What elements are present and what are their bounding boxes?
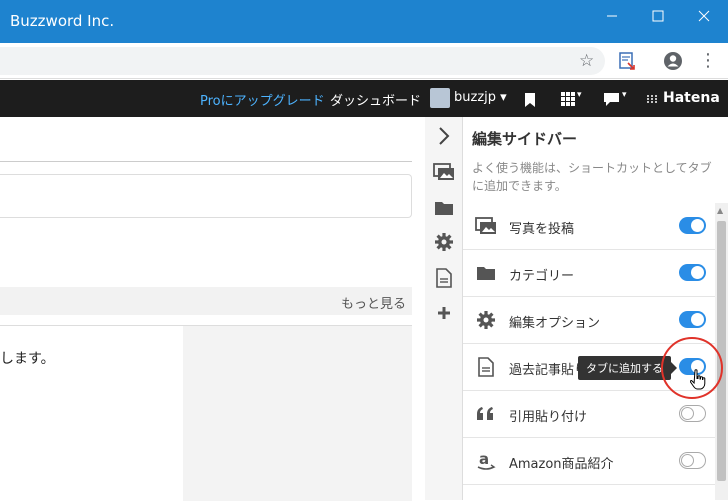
more-link[interactable]: もっと見る: [341, 293, 406, 312]
notification-icon[interactable]: [603, 92, 620, 107]
editor-content[interactable]: します。: [0, 325, 412, 501]
sidebar-item-list: 写真を投稿カテゴリー編集オプション 過去記事貼り 引用貼り付け a Amazon商品紹介: [463, 203, 715, 485]
username: buzzjp: [454, 90, 497, 105]
sidebar-item-label: カテゴリー: [509, 269, 575, 284]
window-titlebar: Buzzword Inc.: [0, 0, 728, 43]
photo-icon[interactable]: [433, 161, 455, 183]
apps-grid-icon[interactable]: [560, 91, 576, 107]
sidebar-item[interactable]: 編集オプション: [463, 297, 715, 344]
sidebar-icon-rail: [425, 117, 463, 500]
toggle-knob: [691, 266, 704, 279]
gear-icon[interactable]: [433, 231, 455, 253]
upgrade-link[interactable]: Proにアップグレード: [200, 90, 325, 109]
tab-toggle-switch[interactable]: [679, 452, 706, 469]
amazon-icon: a: [475, 450, 497, 472]
hatena-logo-icon: [647, 95, 659, 103]
extension-icon[interactable]: [617, 51, 637, 71]
chevron-right-icon[interactable]: [433, 125, 455, 147]
document-icon[interactable]: [433, 267, 455, 289]
browser-toolbar: ☆ ⋮: [0, 43, 728, 79]
sidebar-scrollbar[interactable]: ▲: [715, 203, 728, 500]
quote-icon: [475, 403, 497, 425]
chevron-down-icon[interactable]: ▾: [622, 90, 627, 100]
dashboard-link[interactable]: ダッシュボード: [330, 90, 421, 109]
hand-cursor-icon: [690, 369, 706, 390]
editor-body-text: します。: [0, 351, 55, 367]
tab-toggle-switch[interactable]: [679, 311, 706, 328]
editor-main: もっと見る します。: [0, 117, 425, 501]
toggle-knob: [681, 453, 694, 467]
document-icon: [475, 356, 497, 378]
more-bar: もっと見る: [0, 287, 412, 315]
gear-icon: [475, 309, 497, 331]
hatena-global-nav: Proにアップグレード ダッシュボード buzzjp ▾ ▾ ▾ Hatena: [0, 80, 728, 117]
sidebar-item-label: 引用貼り付け: [509, 410, 588, 425]
hatena-brand[interactable]: Hatena: [663, 90, 720, 106]
minimize-icon[interactable]: [589, 0, 635, 32]
sidebar-item-label: Amazon商品紹介: [509, 457, 614, 472]
add-to-tab-tooltip: タブに追加する: [578, 356, 677, 380]
editor-side-column: [183, 326, 412, 501]
editor-input-box[interactable]: [0, 174, 412, 218]
chevron-down-icon[interactable]: ▾: [577, 90, 582, 100]
toggle-knob: [691, 313, 704, 326]
toggle-knob: [681, 406, 694, 420]
plus-icon[interactable]: [433, 302, 455, 324]
photo-icon: [475, 215, 497, 237]
folder-icon: [475, 262, 497, 284]
sidebar-item-label: 編集オプション: [509, 316, 601, 331]
avatar[interactable]: [430, 88, 450, 108]
sidebar-item[interactable]: カテゴリー: [463, 250, 715, 297]
sidebar-description: よく使う機能は、ショートカットとしてタブに追加できます。: [472, 161, 712, 193]
toggle-knob: [691, 219, 704, 232]
title-underline: [0, 161, 412, 162]
scrollbar-thumb[interactable]: [717, 221, 726, 481]
sidebar-title: 編集サイドバー: [472, 130, 578, 148]
user-menu[interactable]: buzzjp ▾: [454, 90, 507, 105]
svg-text:a: a: [479, 451, 489, 468]
edit-sidebar: 編集サイドバー よく使う機能は、ショートカットとしてタブに追加できます。 写真を…: [463, 117, 728, 500]
menu-kebab-icon[interactable]: ⋮: [699, 50, 717, 71]
sidebar-item-label: 写真を投稿: [509, 222, 575, 237]
folder-icon[interactable]: [433, 197, 455, 219]
address-field[interactable]: [0, 47, 605, 75]
maximize-icon[interactable]: [635, 0, 681, 32]
account-icon[interactable]: [663, 51, 683, 71]
sidebar-item[interactable]: 写真を投稿: [463, 203, 715, 250]
close-icon[interactable]: [681, 0, 727, 32]
tab-toggle-switch[interactable]: [679, 264, 706, 281]
sidebar-item-label: 過去記事貼り: [509, 363, 588, 378]
tab-toggle-switch[interactable]: [679, 405, 706, 422]
window-title: Buzzword Inc.: [10, 12, 115, 30]
sidebar-item[interactable]: 引用貼り付け: [463, 391, 715, 438]
bookmark-icon[interactable]: [523, 92, 537, 108]
scroll-up-icon[interactable]: ▲: [717, 206, 723, 215]
sidebar-item[interactable]: a Amazon商品紹介: [463, 438, 715, 485]
bookmark-star-icon[interactable]: ☆: [579, 51, 594, 71]
tab-toggle-switch[interactable]: [679, 217, 706, 234]
